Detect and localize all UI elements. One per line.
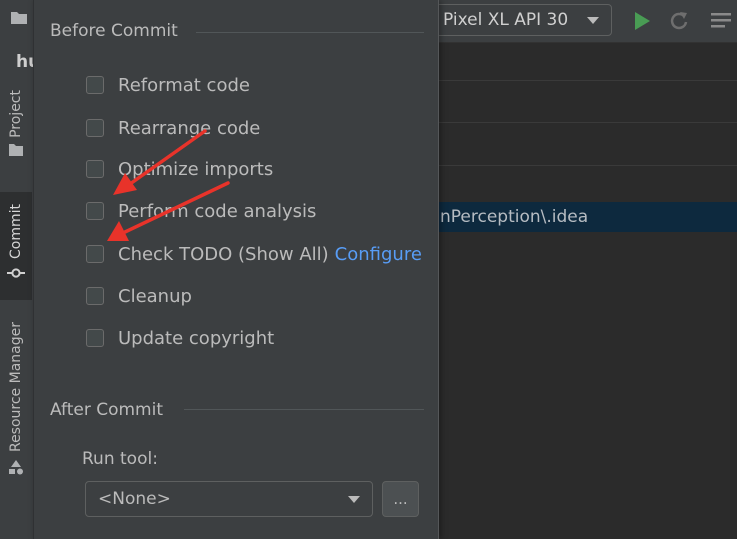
chevron-down-icon [348,496,360,503]
after-commit-title: After Commit [50,400,164,420]
chevron-down-icon [587,17,599,24]
tab-resource-manager-label: Resource Manager [8,322,24,453]
before-commit-title: Before Commit [50,21,178,41]
section-divider [196,32,424,33]
tab-commit-label: Commit [8,204,24,259]
reformat-code-checkbox[interactable] [86,76,104,94]
option-optimize-imports[interactable]: Optimize imports [86,157,273,181]
rearrange-code-checkbox[interactable] [86,119,104,137]
optimize-imports-checkbox[interactable] [86,160,104,178]
option-reformat-code[interactable]: Reformat code [86,73,250,97]
commit-options-popup: Before Commit Reformat code Rearrange co… [33,0,439,539]
perform-code-analysis-checkbox[interactable] [86,202,104,220]
cleanup-checkbox[interactable] [86,287,104,305]
check-todo-checkbox[interactable] [86,245,104,263]
tab-project-label: Project [8,90,24,138]
run-tool-select[interactable]: <None> [85,481,373,517]
folder-icon[interactable] [10,11,28,25]
row-divider [437,80,737,81]
option-rearrange-code[interactable]: Rearrange code [86,116,260,140]
tool-window-strip: Project Commit Resource Manager [0,0,35,539]
option-cleanup[interactable]: Cleanup [86,284,192,308]
option-perform-code-analysis[interactable]: Perform code analysis [86,199,316,223]
tab-resource-manager[interactable]: Resource Manager [0,322,32,502]
browse-button[interactable]: ... [382,481,419,517]
run-tool-select-value: <None> [98,489,171,509]
section-divider [184,409,424,410]
run-tool-label: Run tool: [82,449,158,469]
rerun-icon[interactable] [668,10,690,32]
option-update-copyright[interactable]: Update copyright [86,326,274,350]
cleanup-label: Cleanup [118,285,192,307]
tab-project[interactable]: Project [0,90,32,175]
menu-list-icon[interactable] [710,11,732,31]
device-selector[interactable]: Pixel XL API 30 [430,4,612,36]
option-check-todo[interactable]: Check TODO (Show All) Configure [86,242,422,266]
configure-link[interactable]: Configure [335,244,422,265]
selected-tree-row[interactable]: nPerception\.idea [437,202,737,232]
device-selector-label: Pixel XL API 30 [443,10,569,30]
check-todo-label: Check TODO (Show All) [118,243,329,265]
run-icon[interactable] [633,11,651,31]
row-divider [437,122,737,123]
rearrange-code-label: Rearrange code [118,117,261,139]
tab-commit[interactable]: Commit [0,192,32,300]
commit-icon [7,268,25,278]
perform-code-analysis-label: Perform code analysis [118,200,317,222]
selected-tree-row-path: nPerception\.idea [440,207,589,227]
row-divider [437,165,737,166]
optimize-imports-label: Optimize imports [118,158,274,180]
update-copyright-label: Update copyright [118,327,275,349]
update-copyright-checkbox[interactable] [86,329,104,347]
reformat-code-label: Reformat code [118,74,250,96]
resource-manager-icon [9,460,23,475]
project-folder-icon [9,143,23,156]
